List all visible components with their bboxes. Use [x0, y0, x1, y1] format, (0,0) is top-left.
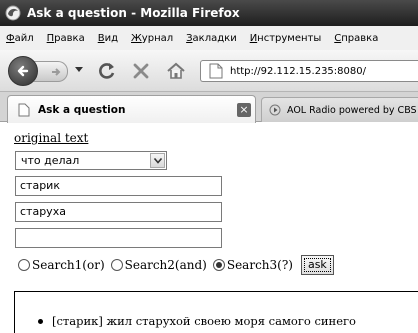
home-icon[interactable]: [164, 59, 188, 83]
original-text-link[interactable]: original text: [14, 131, 88, 145]
navigation-toolbar: http://92.112.15.235:8080/: [0, 50, 418, 92]
chevron-down-icon: [75, 67, 83, 72]
menu-help[interactable]: Справка: [334, 33, 378, 44]
select-value: что делал: [21, 154, 80, 167]
tab-aol-radio[interactable]: AOL Radio powered by CBS: [261, 97, 418, 122]
window-title: Ask a question - Mozilla Firefox: [27, 6, 240, 20]
menu-edit[interactable]: Правка: [47, 33, 85, 44]
results-box: [старик] жил старухой своею моря самого …: [14, 291, 418, 333]
menu-history[interactable]: Журнал: [131, 33, 173, 44]
radio-search2-label: Search2(and): [124, 258, 207, 272]
radio-search3-label: Search3(?): [226, 258, 293, 272]
menu-view[interactable]: Вид: [98, 33, 118, 44]
radio-search1-label: Search1(or): [32, 258, 105, 272]
page-icon: [18, 103, 30, 116]
search-mode-group: Search1(or) Search2(and) Search3(?) ask: [18, 254, 334, 276]
page-icon: [209, 63, 223, 79]
firefox-icon: [5, 5, 21, 21]
menu-bar: Файл Правка Вид Журнал Закладки Инструме…: [0, 26, 418, 50]
radio-search2[interactable]: [110, 259, 123, 271]
play-icon: [269, 104, 281, 116]
action-select[interactable]: что делал: [15, 151, 167, 170]
chevron-down-icon: [153, 157, 162, 164]
bullet: [38, 318, 43, 324]
back-button[interactable]: [8, 56, 38, 86]
menu-bookmarks[interactable]: Закладки: [186, 33, 237, 44]
radio-search3[interactable]: [212, 259, 225, 271]
reload-icon[interactable]: [96, 60, 118, 82]
radio-search1[interactable]: [18, 259, 30, 271]
ask-button[interactable]: ask: [300, 255, 334, 275]
history-dropdown[interactable]: [74, 64, 84, 76]
window-titlebar: Ask a question - Mozilla Firefox: [0, 0, 418, 26]
object-field[interactable]: старуха: [15, 202, 222, 222]
list-item: [старик] жил старухой своею моря самого …: [38, 314, 356, 328]
tab-ask-a-question[interactable]: Ask a question ×: [7, 95, 256, 123]
forward-button[interactable]: [34, 61, 68, 82]
forward-arrow-icon: [52, 67, 61, 76]
url-text[interactable]: http://92.112.15.235:8080/: [230, 66, 366, 77]
tab-label: Ask a question: [38, 103, 126, 116]
select-dropdown-button[interactable]: [150, 153, 165, 168]
back-arrow-icon: [17, 65, 29, 77]
tab-label: AOL Radio powered by CBS: [287, 104, 417, 116]
url-bar[interactable]: http://92.112.15.235:8080/: [200, 60, 418, 82]
menu-file[interactable]: Файл: [6, 33, 34, 44]
close-icon[interactable]: ×: [237, 103, 251, 117]
stop-icon[interactable]: [130, 60, 152, 82]
result-text: [старик] жил старухой своею моря самого …: [52, 314, 356, 328]
subject-field[interactable]: старик: [15, 176, 222, 196]
extra-field[interactable]: [15, 228, 222, 248]
menu-tools[interactable]: Инструменты: [250, 33, 322, 44]
tab-bar: Ask a question × AOL Radio powered by CB…: [0, 92, 418, 123]
page-content: original text что делал старик старуха S…: [0, 123, 418, 333]
radio-selected-dot: [215, 262, 222, 268]
